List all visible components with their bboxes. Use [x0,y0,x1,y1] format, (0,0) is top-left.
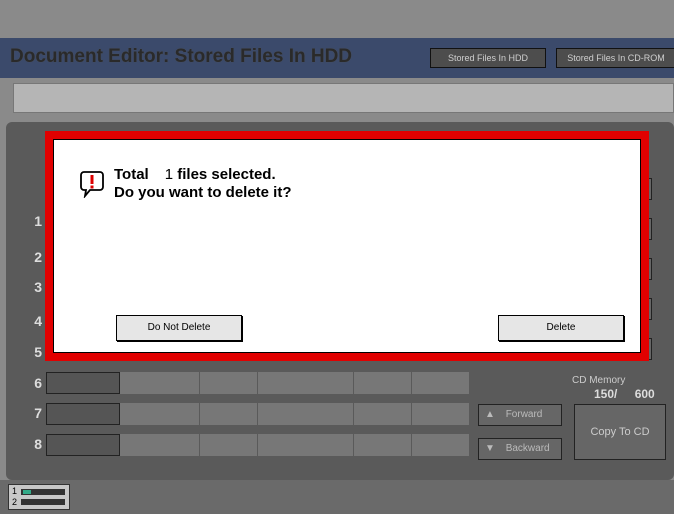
alert-message-icon [80,171,104,198]
table-cell [120,372,200,394]
row-number: 1 [34,213,42,229]
backward-label: Backward [505,443,550,454]
dialog-message-line-1: Total 1 files selected. [114,166,292,184]
table-cell [354,434,412,456]
tab-stored-files-cdrom[interactable]: Stored Files In CD-ROM [556,48,674,68]
table-cell [120,434,200,456]
up-arrow-icon: ▲ [485,409,495,420]
forward-button[interactable]: ▲ Forward [478,404,562,426]
do-not-delete-button[interactable]: Do Not Delete [116,315,242,341]
row-number: 2 [34,249,42,265]
table-cell [354,372,412,394]
row-number: 4 [34,313,42,329]
table-cell [200,372,258,394]
table-cell [258,403,354,425]
dialog-message: Total 1 files selected. Do you want to de… [114,166,292,202]
table-cell [354,403,412,425]
cd-memory-used: 150/ [594,387,618,401]
table-cell [412,403,470,425]
file-select-button[interactable] [46,434,120,456]
dialog-total-label: Total [114,166,149,183]
dialog-body: Total 1 files selected. Do you want to de… [53,139,641,353]
file-select-button[interactable] [46,372,120,394]
cd-memory-total: 600 [634,387,655,401]
dialog-message-line-2: Do you want to delete it? [114,184,292,201]
delete-button[interactable]: Delete [498,315,624,341]
header-bar: Document Editor: Stored Files In HDD Sto… [0,38,674,78]
cd-memory-label: CD Memory [572,375,626,386]
copy-to-cd-button[interactable]: Copy To CD [574,404,666,460]
row-number: 7 [34,405,42,421]
page-title: Document Editor: Stored Files In HDD [10,46,353,67]
tab-stored-files-hdd[interactable]: Stored Files In HDD [430,48,546,68]
dialog-selected-count: 1 [164,166,174,183]
table-cell [200,403,258,425]
backward-button[interactable]: ▼ Backward [478,438,562,460]
down-arrow-icon: ▼ [485,443,495,454]
system-status-indicator: 1 2 [8,484,70,510]
row-number: 8 [34,436,42,452]
top-bar [0,0,674,38]
file-select-button[interactable] [46,403,120,425]
table-cell [258,434,354,456]
row-number: 6 [34,375,42,391]
table-cell [412,372,470,394]
dialog-files-selected-text: files selected. [177,166,276,183]
status-line-1: 1 [12,486,18,496]
row-number: 3 [34,279,42,295]
table-cell [412,434,470,456]
table-cell [200,434,258,456]
table-cell [258,372,354,394]
confirm-delete-dialog: Total 1 files selected. Do you want to de… [45,131,649,361]
status-bar-icon [21,489,65,505]
status-footer: 1 2 [0,480,674,514]
cd-memory-values: 150/ 600 [594,387,655,401]
file-name-bar [13,83,674,113]
row-number: 5 [34,344,42,360]
status-line-2: 2 [12,497,18,507]
table-cell [120,403,200,425]
forward-label: Forward [505,409,543,420]
